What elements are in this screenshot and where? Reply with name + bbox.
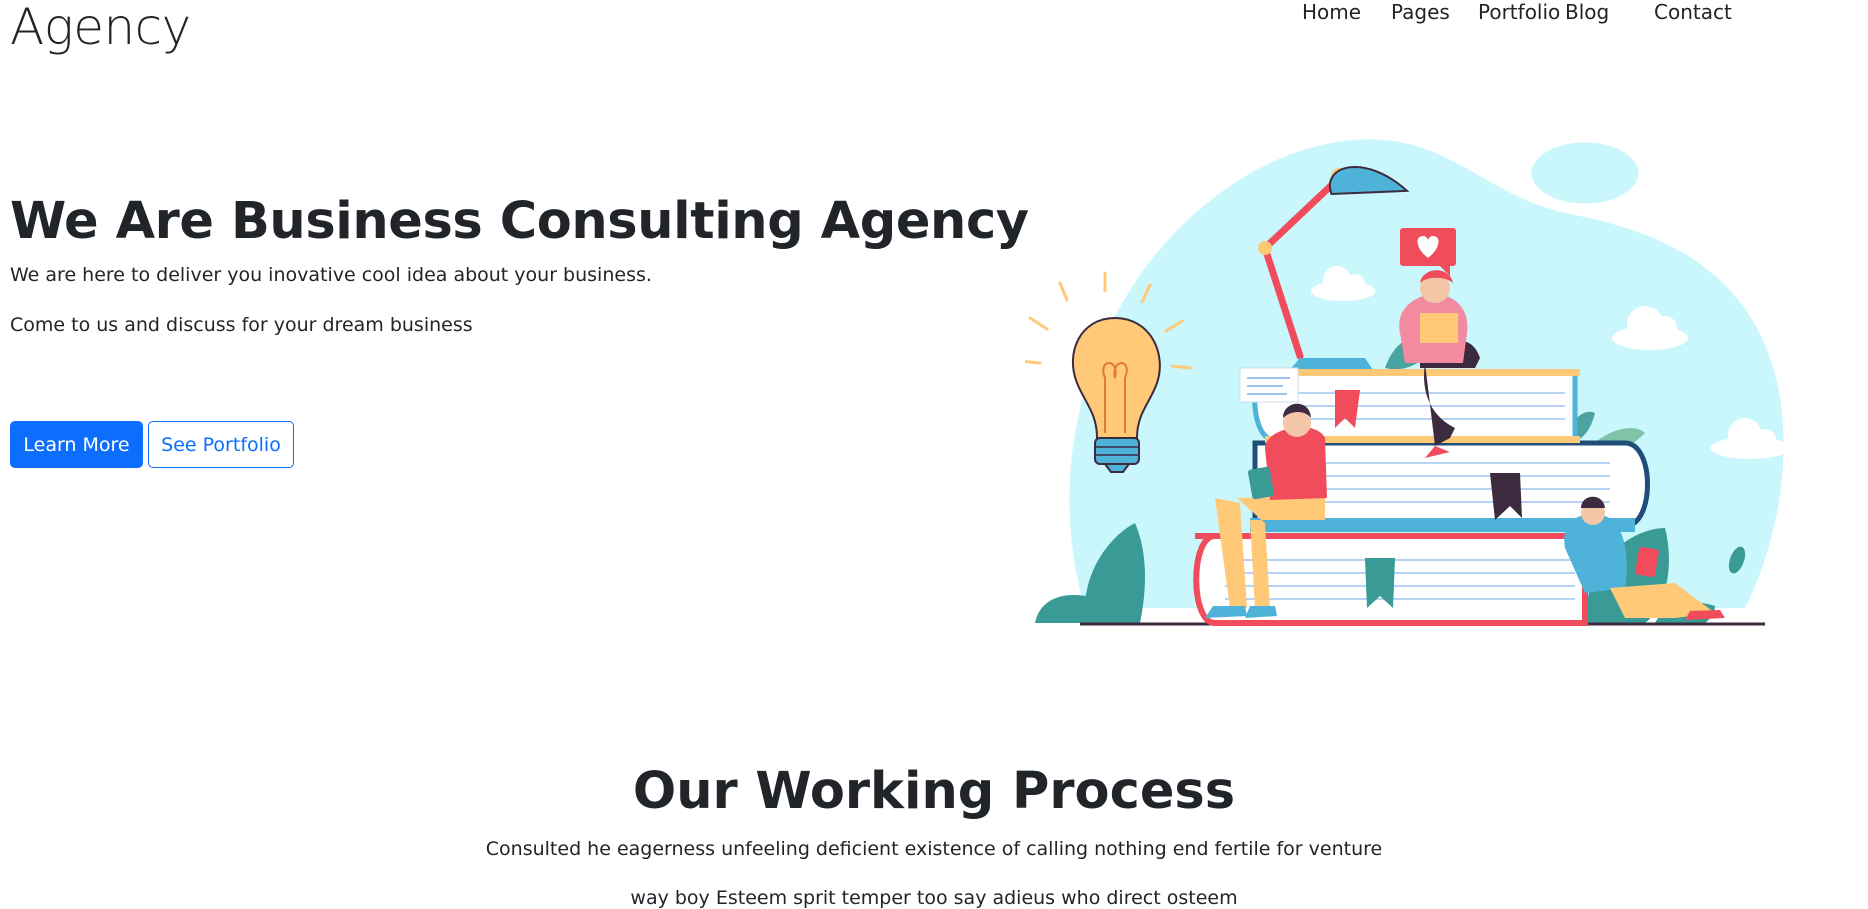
nav-portfolio[interactable]: Portfolio bbox=[1478, 0, 1560, 24]
nav-contact[interactable]: Contact bbox=[1654, 0, 1732, 24]
learn-more-button[interactable]: Learn More bbox=[10, 421, 143, 468]
hero-tagline: Come to us and discuss for your dream bu… bbox=[10, 314, 473, 336]
see-portfolio-button[interactable]: See Portfolio bbox=[148, 421, 294, 468]
hero-title: We Are Business Consulting Agency bbox=[10, 192, 1029, 251]
main-nav: Home Pages Portfolio Blog Contact bbox=[0, 0, 1868, 30]
hero-subtitle: We are here to deliver you inovative coo… bbox=[10, 264, 652, 286]
nav-pages[interactable]: Pages bbox=[1391, 0, 1450, 24]
nav-blog[interactable]: Blog bbox=[1565, 0, 1609, 24]
section-title: Our Working Process bbox=[632, 762, 1236, 821]
section-description-2: way boy Esteem sprit temper too say adie… bbox=[630, 887, 1238, 909]
hero-illustration bbox=[1025, 139, 1790, 626]
section-description: Consulted he eagerness unfeeling deficie… bbox=[485, 838, 1383, 860]
nav-home[interactable]: Home bbox=[1302, 0, 1361, 24]
cloud-blob-icon bbox=[1528, 139, 1642, 207]
